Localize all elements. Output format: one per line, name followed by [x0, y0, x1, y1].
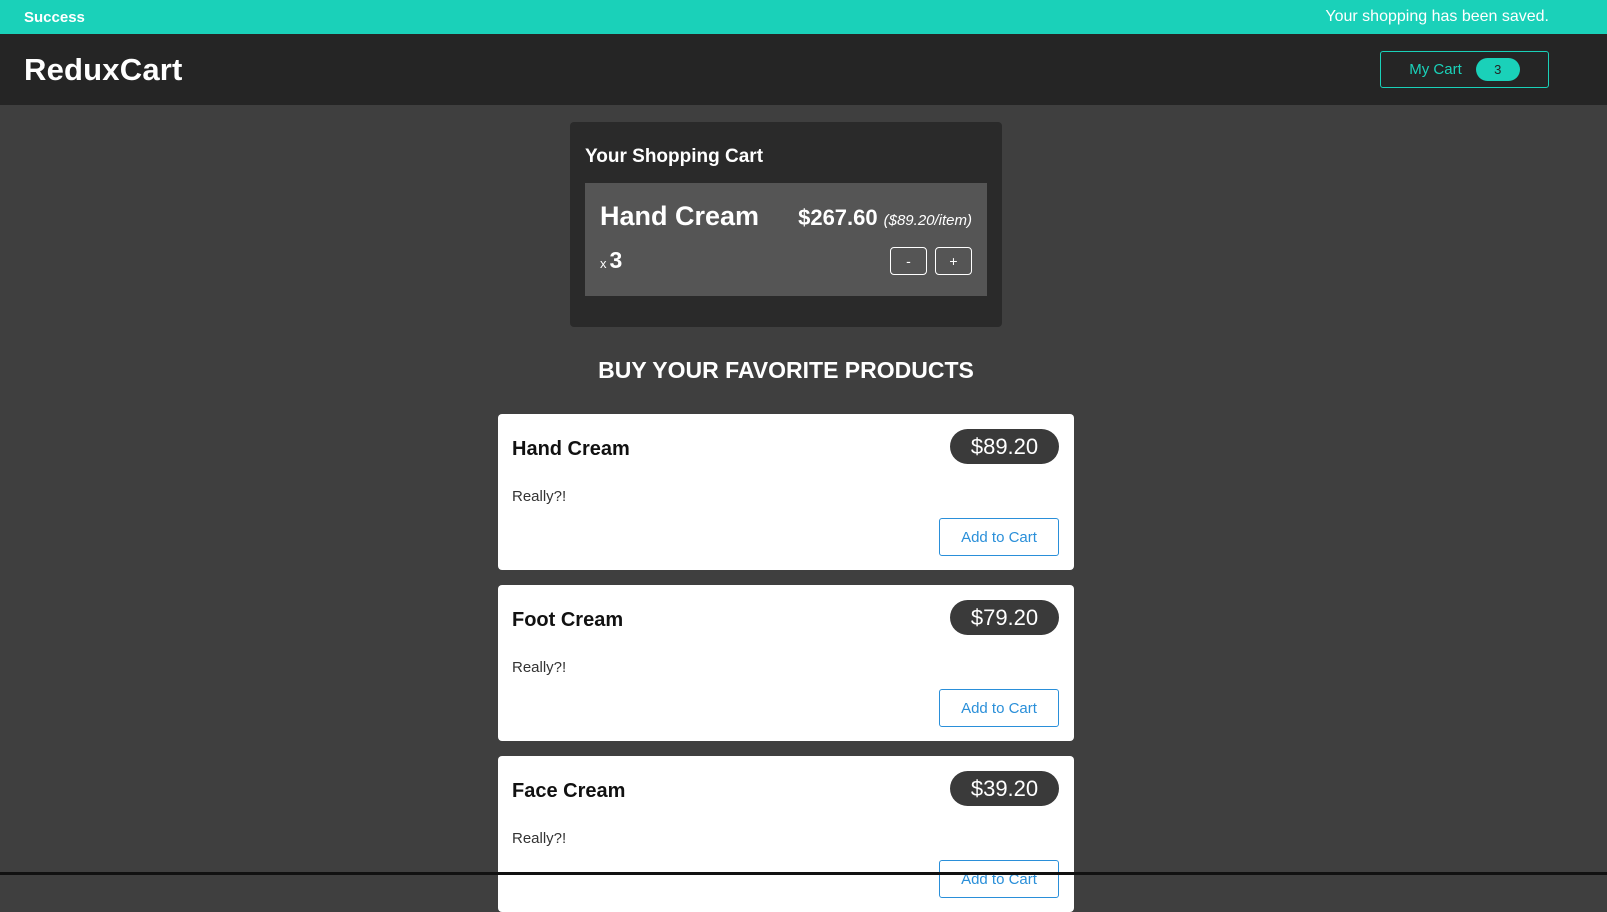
cart-item-quantity: x 3	[600, 247, 622, 274]
shopping-cart-panel: Your Shopping Cart Hand Cream $267.60 ($…	[570, 122, 1002, 327]
product-card: Face Cream $39.20 Really?! Add to Cart	[498, 756, 1074, 912]
cart-item-unit-price: ($89.20/item)	[883, 212, 972, 229]
cart-item-actions: - +	[890, 247, 972, 275]
cart-item: Hand Cream $267.60 ($89.20/item) x 3 - +	[585, 183, 987, 296]
cart-count-badge: 3	[1475, 58, 1520, 81]
product-name: Foot Cream	[512, 609, 624, 631]
add-to-cart-button[interactable]: Add to Cart	[939, 860, 1059, 898]
increment-button[interactable]: +	[935, 247, 972, 275]
cart-item-name: Hand Cream	[600, 201, 760, 231]
my-cart-label: My Cart	[1409, 61, 1462, 78]
cart-heading: Your Shopping Cart	[585, 146, 764, 167]
products-heading: BUY YOUR FAVORITE PRODUCTS	[598, 357, 974, 383]
product-card: Foot Cream $79.20 Really?! Add to Cart	[498, 585, 1074, 741]
my-cart-button[interactable]: My Cart 3	[1380, 51, 1549, 88]
product-card: Hand Cream $89.20 Really?! Add to Cart	[498, 414, 1074, 570]
add-to-cart-button[interactable]: Add to Cart	[939, 689, 1059, 727]
notification-bar: Success Your shopping has been saved.	[0, 0, 1607, 34]
product-price-badge: $79.20	[950, 600, 1059, 635]
quantity-prefix: x	[600, 256, 607, 271]
add-to-cart-button[interactable]: Add to Cart	[939, 518, 1059, 556]
product-description: Really?!	[512, 488, 567, 505]
product-name: Hand Cream	[512, 438, 630, 460]
product-price-badge: $39.20	[950, 771, 1059, 806]
cart-item-price: $267.60 ($89.20/item)	[798, 205, 972, 231]
decrement-button[interactable]: -	[890, 247, 927, 275]
product-description: Really?!	[512, 830, 567, 847]
app-logo: ReduxCart	[24, 51, 183, 87]
main-header: ReduxCart My Cart 3	[0, 34, 1607, 105]
product-price-badge: $89.20	[950, 429, 1059, 464]
product-name: Face Cream	[512, 780, 626, 802]
quantity-value: 3	[609, 247, 623, 273]
notification-message: Your shopping has been saved.	[1325, 8, 1549, 25]
product-description: Really?!	[512, 659, 567, 676]
notification-title: Success	[24, 8, 85, 26]
cart-item-total: $267.60	[798, 205, 878, 230]
